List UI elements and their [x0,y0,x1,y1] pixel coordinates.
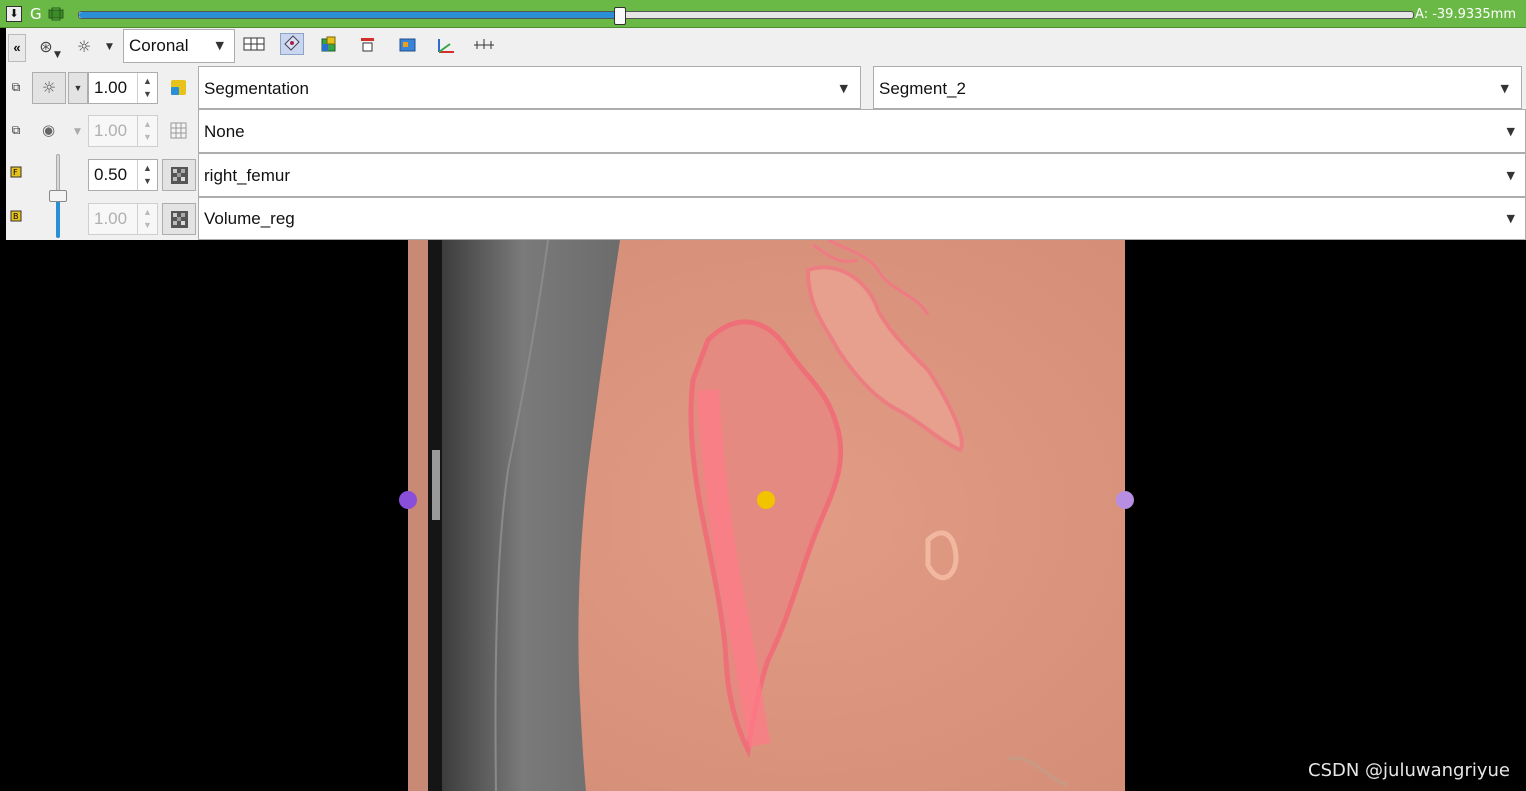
ruler-icon[interactable] [472,36,496,58]
grid-icon [170,122,187,139]
slice-intersection-left-marker[interactable] [399,491,417,509]
toolbar-row: « ⊛ ▼ ☼ ▼ Coronal ▼ [6,28,1526,66]
slice-controller-bar: ⬇ G A: -39.9335mm [0,0,1526,28]
spin-arrows[interactable]: ▲ ▼ [137,204,157,234]
fg-bg-blend-slider[interactable] [49,154,67,238]
foreground-opacity-spinbox[interactable]: 0.50 ▲ ▼ [88,159,158,191]
checker-icon [171,167,188,184]
background-opacity-spinbox[interactable]: 1.00 ▲ ▼ [88,203,158,235]
lightbox-icon[interactable] [396,36,420,58]
foreground-value: right_femur [204,166,290,185]
chevron-down-icon: ▼ [215,39,224,52]
slice-slider-handle[interactable] [614,7,627,25]
blend-slider-handle[interactable] [49,190,67,202]
chevron-down-icon: ▼ [1506,212,1515,225]
chevron-down-icon[interactable]: ▼ [74,127,81,137]
slice-intersection-right-marker[interactable] [1116,491,1134,509]
background-opacity-value: 1.00 [94,209,128,228]
labelmap-value: None [204,122,245,141]
model-icon[interactable] [318,36,342,58]
orientation-value: Coronal [129,36,189,55]
svg-text:F: F [13,168,18,177]
reformat-icon[interactable] [280,33,304,55]
chevron-down-icon: ▼ [1506,169,1515,182]
eye-icon[interactable]: ◉ [42,121,55,139]
labelmap-select[interactable]: None ▼ [198,109,1526,153]
collapse-button[interactable]: « [8,34,26,62]
slice-controller-panel: « ⊛ ▼ ☼ ▼ Coronal ▼ ⧉ ☼ ▼ 1.00 ▲ ▼ Segme… [6,28,1526,240]
labelmap-layer-row: ⧉ ◉ ▼ 1.00 ▲ ▼ None ▼ [6,109,1526,153]
pin-icon[interactable]: ⬇ [6,6,22,22]
crosshair-center-marker[interactable] [757,491,775,509]
outline-button[interactable] [162,115,196,147]
chevron-down-icon: ▼ [839,82,848,95]
opacity-spinbox[interactable]: 1.00 ▲ ▼ [88,72,158,104]
background-value: Volume_reg [204,209,295,228]
view-name: G [30,5,42,23]
spin-arrows[interactable]: ▲ ▼ [137,116,157,146]
foreground-select[interactable]: right_femur ▼ [198,153,1526,197]
axes-icon[interactable] [434,36,458,58]
visibility-icon[interactable]: ☼ [72,36,96,58]
label-layer-icon: ⧉ [11,80,21,94]
chevron-down-icon: ▼ [54,50,61,60]
ct-image [408,240,1125,791]
segment-value: Segment_2 [879,79,966,98]
watermark: CSDN @juluwangriyue [1308,760,1510,781]
segmentation-select[interactable]: Segmentation ▼ [198,66,861,109]
background-layer-row: B 1.00 ▲ ▼ Volume_reg ▼ [6,197,1526,241]
layout-grid-icon[interactable] [242,36,266,58]
slice-view[interactable] [6,240,1526,791]
segment-select[interactable]: Segment_2 ▼ [873,66,1522,109]
labelmap-layer-icon: ⧉ [11,123,21,137]
slice-offset-readout: A: -39.9335mm [1415,7,1516,22]
segmentation-value: Segmentation [204,79,309,98]
foreground-interpolation-button[interactable] [162,159,196,191]
fit-icon[interactable] [356,36,380,58]
background-interpolation-button[interactable] [162,203,196,235]
background-select[interactable]: Volume_reg ▼ [198,197,1526,240]
foreground-layer-icon: F [9,166,23,182]
chevron-down-icon: ▼ [1506,125,1515,138]
background-layer-icon: B [9,210,23,226]
labelmap-opacity-spinbox[interactable]: 1.00 ▲ ▼ [88,115,158,147]
segmentation-icon [171,80,186,95]
spin-arrows[interactable]: ▲ ▼ [137,73,157,103]
spin-arrows[interactable]: ▲ ▼ [137,160,157,190]
chevron-down-icon[interactable]: ▼ [106,42,113,52]
chevron-down-icon: ▼ [1500,82,1509,95]
visibility-menu-button[interactable]: ▼ [68,72,88,104]
labelmap-opacity-value: 1.00 [94,121,128,140]
slice-slider-fill [79,12,621,18]
svg-text:B: B [13,212,19,221]
blend-slider-fill [56,196,60,238]
slice-offset-slider[interactable] [78,7,1414,25]
visibility-toggle-button[interactable]: ☼ [32,72,66,104]
segment-visibility-button[interactable] [162,72,196,104]
opacity-value: 1.00 [94,78,128,97]
foreground-layer-row: F 0.50 ▲ ▼ right_femur ▼ [6,153,1526,197]
label-layer-row: ⧉ ☼ ▼ 1.00 ▲ ▼ Segmentation ▼ Segment_2 ▼ [6,66,1526,110]
checker-icon [171,211,188,228]
link-icon[interactable] [48,7,64,21]
foreground-opacity-value: 0.50 [94,165,128,184]
orientation-select[interactable]: Coronal ▼ [123,29,235,63]
